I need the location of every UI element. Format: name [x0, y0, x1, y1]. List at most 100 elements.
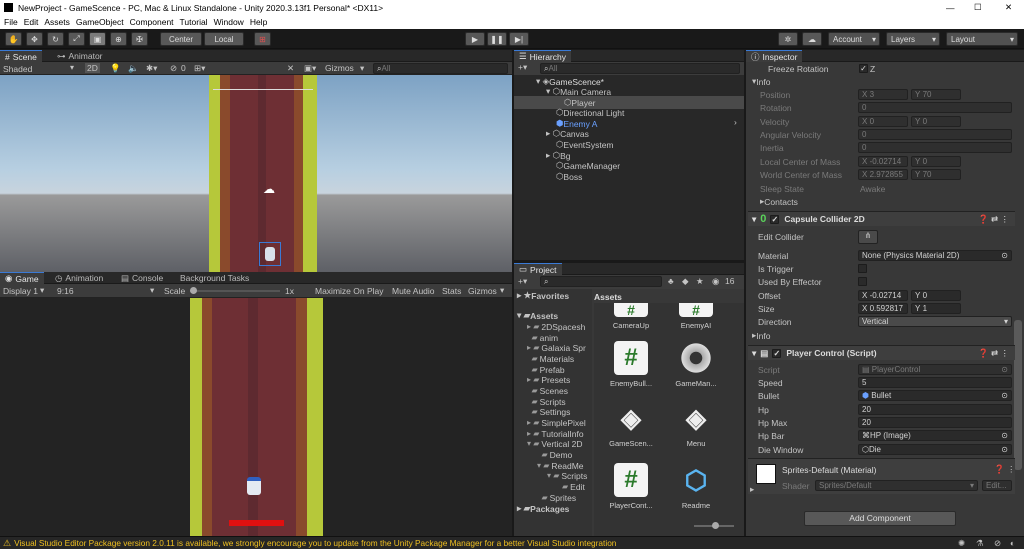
pivot-center-button[interactable]: Center: [160, 32, 202, 46]
step-button[interactable]: ▶|: [509, 32, 529, 46]
offset-x-field[interactable]: X -0.02714: [858, 290, 908, 301]
rotate-tool-icon[interactable]: ↻: [47, 32, 64, 46]
menu-gameobject[interactable]: GameObject: [76, 17, 124, 27]
transform-tool-icon[interactable]: ⊕: [110, 32, 127, 46]
favorite-icon[interactable]: ★: [696, 276, 704, 287]
collab-status-icon[interactable]: ⊘: [994, 538, 1001, 549]
filter-label-icon[interactable]: ◆: [682, 276, 689, 287]
display-dropdown[interactable]: Display 1: [3, 286, 38, 296]
tab-console[interactable]: ▤ Console: [116, 272, 168, 284]
component-menu-icon[interactable]: ❓ ⇄ ⋮: [978, 348, 1009, 359]
tab-game[interactable]: ◉ Game: [0, 272, 44, 284]
tab-background-tasks[interactable]: Background Tasks: [175, 272, 254, 284]
project-search-input[interactable]: ⌕: [540, 276, 662, 287]
maximize-on-play-toggle[interactable]: Maximize On Play: [315, 286, 384, 296]
game-gizmos-dropdown[interactable]: Gizmos: [468, 286, 497, 296]
play-button[interactable]: ▶: [465, 32, 485, 46]
size-y-field[interactable]: Y 1: [911, 303, 961, 314]
freeze-z-checkbox[interactable]: ✓: [859, 64, 868, 73]
grid-snap-icon[interactable]: ⊞: [254, 32, 271, 46]
hierarchy-search-input[interactable]: ⌕ All: [540, 63, 740, 74]
scene-camera-icon[interactable]: ▣▾: [304, 63, 316, 74]
foldout-arrow-icon[interactable]: ▸: [750, 484, 754, 495]
rb-info-foldout[interactable]: ▾ Info: [752, 75, 770, 88]
capsule-info-foldout[interactable]: ▸ Info: [752, 329, 770, 342]
object-picker-icon[interactable]: ⊙: [1001, 431, 1008, 440]
asset-tile[interactable]: ◈ GameScen...: [606, 401, 656, 448]
rect-tool-icon[interactable]: ▣: [89, 32, 106, 46]
hp-bar-field[interactable]: ⌘ HP (Image) ⊙: [858, 430, 1012, 441]
auto-refresh-icon[interactable]: ◐: [1010, 538, 1015, 548]
player-control-header[interactable]: ▾ ▤ ✓ Player Control (Script) ❓ ⇄ ⋮: [748, 345, 1015, 360]
asset-tile[interactable]: ◈ Menu: [671, 401, 721, 448]
speed-field[interactable]: 5: [858, 377, 1012, 388]
asset-tile[interactable]: # EnemyAI: [671, 303, 721, 330]
player-control-enabled-checkbox[interactable]: ✓: [772, 348, 782, 358]
asset-tile[interactable]: # PlayerCont...: [606, 463, 656, 510]
bullet-field[interactable]: ⬢ Bullet ⊙: [858, 390, 1012, 401]
tab-inspector[interactable]: ⓘ Inspector: [746, 50, 803, 62]
mute-audio-toggle[interactable]: Mute Audio: [392, 286, 435, 296]
background-tasks-icon[interactable]: ✺: [958, 538, 965, 549]
lighting-icon[interactable]: 💡: [110, 63, 121, 74]
gizmos-dropdown[interactable]: Gizmos: [325, 63, 354, 73]
project-breadcrumb[interactable]: Assets: [594, 290, 622, 303]
cloud-icon[interactable]: ☁: [802, 32, 822, 46]
create-asset-button[interactable]: +▾: [518, 276, 527, 287]
component-menu-icon[interactable]: ❓ ⇄ ⋮: [978, 214, 1009, 225]
aspect-dropdown[interactable]: 9:16: [57, 286, 74, 296]
tab-animation[interactable]: ◷ Animation: [50, 272, 108, 284]
menu-assets[interactable]: Assets: [44, 17, 70, 27]
tab-animator[interactable]: ⊶ Animator: [52, 50, 108, 62]
material-menu-icon[interactable]: ❓ ⋮: [994, 464, 1015, 475]
pivot-local-button[interactable]: Local: [204, 32, 244, 46]
menu-component[interactable]: Component: [130, 17, 174, 27]
add-object-button[interactable]: +▾: [518, 62, 527, 73]
is-trigger-checkbox[interactable]: [858, 264, 867, 273]
maximize-button[interactable]: ☐: [974, 2, 982, 13]
tools-icon[interactable]: ✕: [287, 63, 294, 74]
used-by-effector-checkbox[interactable]: [858, 277, 867, 286]
bug-report-icon[interactable]: ⚗: [976, 538, 984, 549]
direction-dropdown[interactable]: Vertical ▾: [858, 316, 1012, 327]
minimize-button[interactable]: —: [946, 3, 955, 13]
material-preview[interactable]: [756, 464, 776, 484]
favorites-item[interactable]: ▸ ★ Favorites: [517, 289, 569, 302]
filter-type-icon[interactable]: ♣: [668, 276, 674, 286]
prefab-open-arrow-icon[interactable]: ›: [734, 117, 737, 127]
menu-window[interactable]: Window: [214, 17, 244, 27]
scale-slider[interactable]: [190, 287, 280, 294]
effects-icon[interactable]: ✱▾: [146, 63, 157, 74]
inspector-scrollbar[interactable]: [1014, 320, 1022, 470]
hidden-objects-icon[interactable]: ⊘: [170, 63, 177, 74]
move-tool-icon[interactable]: ✥: [26, 32, 43, 46]
custom-tool-icon[interactable]: ✠: [131, 32, 148, 46]
shading-mode-dropdown[interactable]: Shaded: [3, 64, 32, 74]
light-gizmo-icon[interactable]: ☁: [263, 182, 277, 196]
layers-dropdown[interactable]: Layers: [886, 32, 940, 46]
packages-item[interactable]: ▸ ▰ Packages: [517, 502, 569, 515]
menu-help[interactable]: Help: [250, 17, 267, 27]
tab-project[interactable]: ▭ Project: [514, 263, 562, 275]
hierarchy-item-boss[interactable]: ⬡ Boss: [556, 170, 582, 183]
audio-icon[interactable]: 🔈: [128, 63, 139, 74]
menu-edit[interactable]: Edit: [24, 17, 39, 27]
scale-slider-thumb[interactable]: [190, 287, 197, 294]
scale-tool-icon[interactable]: ⤢: [68, 32, 85, 46]
add-component-button[interactable]: Add Component: [804, 511, 956, 526]
player-selection[interactable]: [259, 242, 281, 266]
hp-field[interactable]: 20: [858, 404, 1012, 415]
account-dropdown[interactable]: Account: [828, 32, 880, 46]
hierarchy-item-player[interactable]: ⬡ Player: [514, 96, 744, 109]
menu-file[interactable]: File: [4, 17, 18, 27]
contacts-foldout[interactable]: ▸ Contacts: [760, 195, 798, 208]
status-message[interactable]: Visual Studio Editor Package version 2.0…: [14, 538, 616, 548]
icon-size-thumb[interactable]: [712, 522, 719, 529]
die-window-field[interactable]: ⬡ Die ⊙: [858, 444, 1012, 455]
capsule-enabled-checkbox[interactable]: ✓: [770, 214, 780, 224]
offset-y-field[interactable]: Y 0: [911, 290, 961, 301]
object-picker-icon[interactable]: ⊙: [1001, 445, 1008, 454]
hp-max-field[interactable]: 20: [858, 417, 1012, 428]
capsule-collider-header[interactable]: ▾ 0 ✓ Capsule Collider 2D ❓ ⇄ ⋮: [748, 211, 1015, 226]
tab-hierarchy[interactable]: ☰ Hierarchy: [514, 50, 571, 62]
